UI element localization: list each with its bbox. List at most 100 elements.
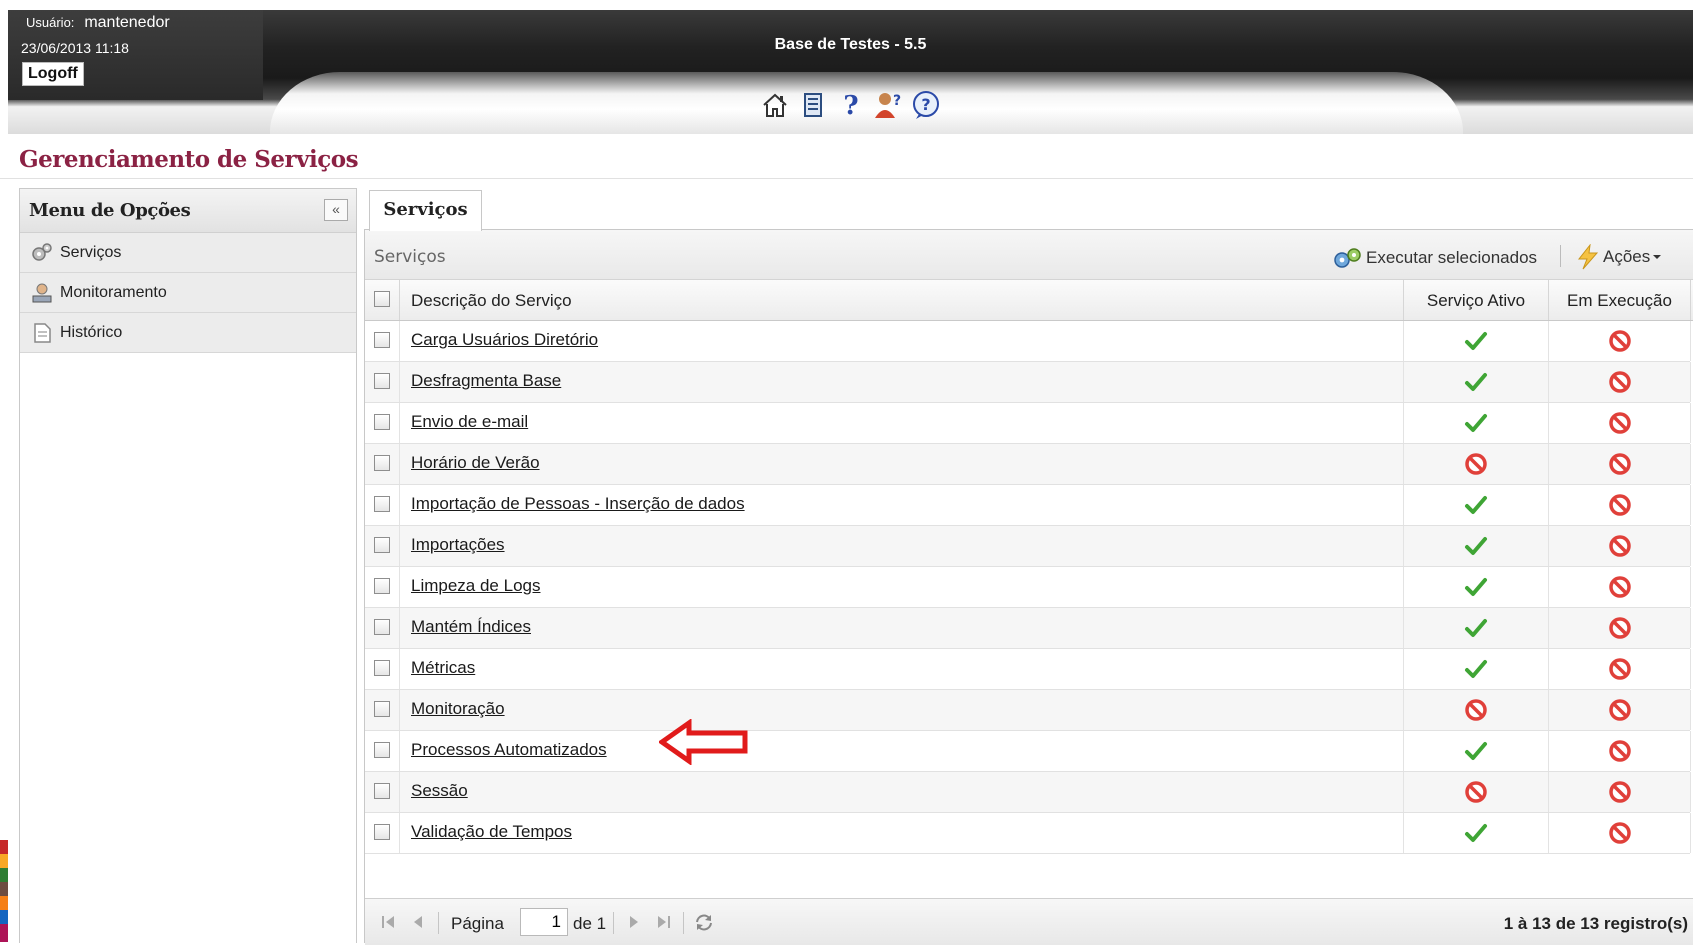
row-checkbox[interactable] (374, 701, 390, 717)
table-row[interactable]: Monitoração (365, 690, 1691, 731)
blocked-red-icon (1608, 658, 1631, 680)
service-link[interactable]: Carga Usuários Diretório (411, 330, 598, 350)
row-description-cell: Sessão (400, 772, 1404, 812)
service-link[interactable]: Importações (411, 535, 505, 555)
service-link[interactable]: Métricas (411, 658, 475, 678)
table-row[interactable]: Carga Usuários Diretório (365, 321, 1691, 362)
service-link[interactable]: Importação de Pessoas - Inserção de dado… (411, 494, 745, 514)
row-active-cell (1404, 485, 1549, 525)
help-circle-icon[interactable]: ? (911, 90, 941, 120)
row-checkbox[interactable] (374, 455, 390, 471)
row-checkbox[interactable] (374, 537, 390, 553)
blocked-red-icon (1608, 781, 1631, 803)
next-page-icon[interactable] (623, 912, 645, 932)
refresh-icon[interactable] (693, 912, 715, 932)
service-link[interactable]: Limpeza de Logs (411, 576, 540, 596)
table-row[interactable]: Validação de Tempos (365, 813, 1691, 854)
table-row[interactable]: Métricas (365, 649, 1691, 690)
actions-label: Ações (1603, 247, 1651, 266)
table-row[interactable]: Envio de e-mail (365, 403, 1691, 444)
service-link[interactable]: Desfragmenta Base (411, 371, 561, 391)
notebook-icon[interactable] (798, 90, 828, 120)
service-link[interactable]: Monitoração (411, 699, 505, 719)
row-check-cell (365, 772, 400, 812)
service-link[interactable]: Validação de Tempos (411, 822, 572, 842)
row-description-cell: Limpeza de Logs (400, 567, 1404, 607)
blocked-red-icon (1608, 617, 1631, 639)
actions-menu-button[interactable]: Ações (1575, 244, 1664, 270)
title-divider (0, 178, 1693, 179)
header-description[interactable]: Descrição do Serviço (400, 280, 1404, 320)
grid-caption: Serviços (374, 247, 446, 267)
pager-separator (438, 912, 439, 934)
row-check-cell (365, 526, 400, 566)
blocked-red-icon (1608, 453, 1631, 475)
grid-toolbar: Serviços Executar selecionados Ações (365, 230, 1693, 280)
home-icon[interactable] (760, 90, 790, 120)
blocked-red-icon (1608, 822, 1631, 844)
menu-item-historico[interactable]: Histórico (20, 313, 356, 353)
row-checkbox[interactable] (374, 742, 390, 758)
row-running-cell (1549, 403, 1691, 443)
service-link[interactable]: Envio de e-mail (411, 412, 528, 432)
table-row[interactable]: Sessão (365, 772, 1691, 813)
logoff-button[interactable]: Logoff (22, 62, 84, 86)
table-row[interactable]: Importações (365, 526, 1691, 567)
check-green-icon (1465, 660, 1487, 678)
header-em-execucao[interactable]: Em Execução (1549, 280, 1691, 320)
table-row[interactable]: Horário de Verão (365, 444, 1691, 485)
menu-item-servicos[interactable]: Serviços (20, 233, 356, 273)
table-row[interactable]: Importação de Pessoas - Inserção de dado… (365, 485, 1691, 526)
row-description-cell: Mantém Índices (400, 608, 1404, 648)
menu-item-monitoramento[interactable]: Monitoramento (20, 273, 356, 313)
service-link[interactable]: Horário de Verão (411, 453, 540, 473)
previous-page-icon[interactable] (407, 912, 429, 932)
blocked-red-icon (1608, 535, 1631, 557)
service-link[interactable]: Processos Automatizados (411, 740, 607, 760)
execute-selected-button[interactable]: Executar selecionados (1332, 246, 1537, 270)
row-checkbox[interactable] (374, 414, 390, 430)
page-total-label: de 1 (573, 914, 607, 933)
row-active-cell (1404, 362, 1549, 402)
first-page-icon[interactable] (377, 912, 399, 932)
table-row[interactable]: Desfragmenta Base (365, 362, 1691, 403)
row-check-cell (365, 444, 400, 484)
user-label: Usuário: (26, 15, 75, 30)
menu-item-label: Serviços (60, 243, 122, 261)
row-active-cell (1404, 444, 1549, 484)
row-description-cell: Métricas (400, 649, 1404, 689)
row-checkbox[interactable] (374, 332, 390, 348)
row-checkbox[interactable] (374, 660, 390, 676)
collapse-menu-button[interactable]: « (324, 199, 348, 221)
page-number-input[interactable] (520, 908, 568, 936)
row-active-cell (1404, 608, 1549, 648)
row-active-cell (1404, 772, 1549, 812)
row-checkbox[interactable] (374, 373, 390, 389)
row-checkbox[interactable] (374, 578, 390, 594)
annotation-arrow-icon (659, 719, 748, 765)
table-row[interactable]: Mantém Índices (365, 608, 1691, 649)
left-menu-title: Menu de Opções (29, 200, 191, 221)
toolbar-separator (1560, 245, 1561, 267)
row-active-cell (1404, 526, 1549, 566)
row-checkbox[interactable] (374, 619, 390, 635)
row-checkbox[interactable] (374, 496, 390, 512)
table-row[interactable]: Limpeza de Logs (365, 567, 1691, 608)
service-link[interactable]: Sessão (411, 781, 468, 801)
select-all-checkbox[interactable] (374, 291, 390, 307)
row-checkbox[interactable] (374, 824, 390, 840)
user-help-icon[interactable]: ? (873, 90, 903, 120)
last-page-icon[interactable] (653, 912, 675, 932)
header-servico-ativo[interactable]: Serviço Ativo (1404, 280, 1549, 320)
help-question-icon[interactable]: ? (836, 90, 866, 120)
row-check-cell (365, 403, 400, 443)
row-running-cell (1549, 321, 1691, 361)
service-link[interactable]: Mantém Índices (411, 617, 531, 637)
row-check-cell (365, 485, 400, 525)
pager-separator (683, 912, 684, 934)
header-toolbar: ? ? ? (8, 90, 1693, 120)
tab-servicos[interactable]: Serviços (369, 190, 482, 231)
table-row[interactable]: Processos Automatizados (365, 731, 1691, 772)
blocked-red-icon (1608, 740, 1631, 762)
row-checkbox[interactable] (374, 783, 390, 799)
